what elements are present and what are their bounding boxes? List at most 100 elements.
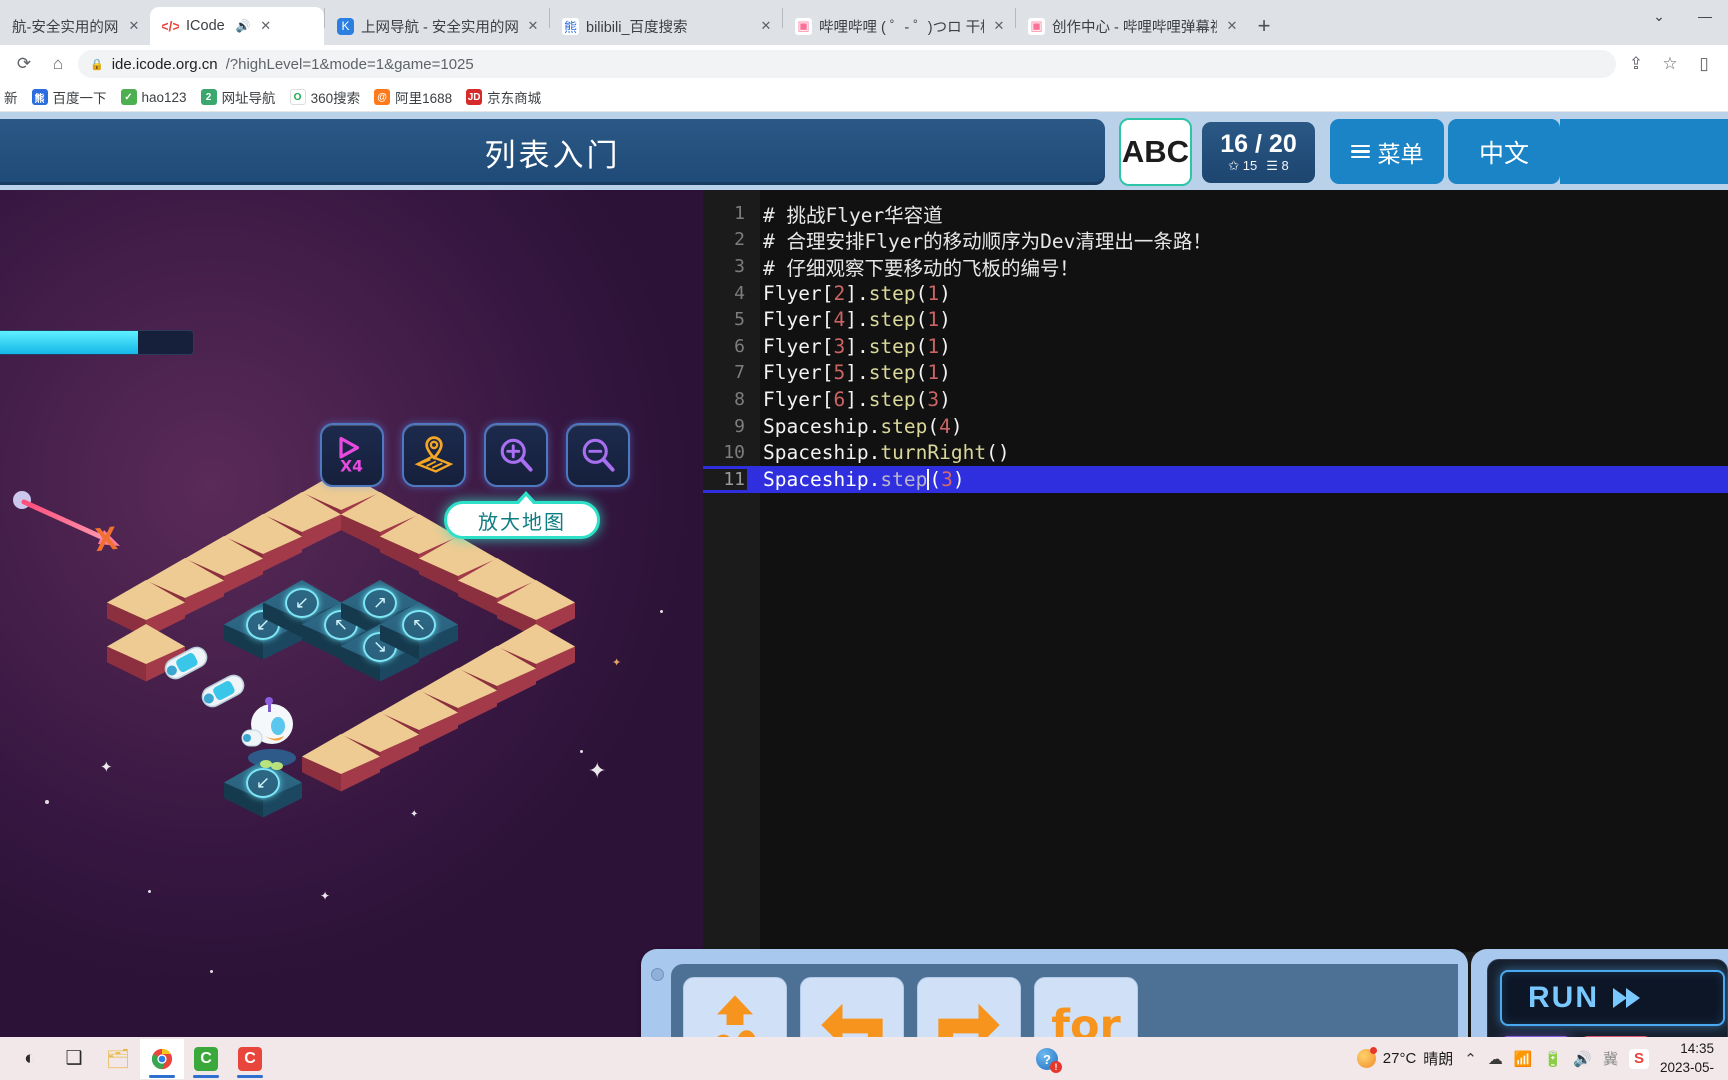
- home-icon[interactable]: ⌂: [44, 50, 72, 78]
- run-button[interactable]: RUN: [1500, 970, 1725, 1026]
- browser-tab-1[interactable]: </> ICode 🔊 ✕: [150, 7, 324, 45]
- score-details: ✩ 15 ☰ 8: [1228, 158, 1289, 174]
- path-tile[interactable]: [302, 734, 380, 792]
- minimize-button[interactable]: —: [1682, 0, 1728, 32]
- tab-close-icon[interactable]: ✕: [126, 18, 142, 34]
- address-host: ide.icode.org.cn: [111, 55, 218, 73]
- tab-close-icon[interactable]: ✕: [991, 18, 1007, 34]
- bookmark-item-360[interactable]: O 360搜索: [289, 87, 361, 107]
- browser-tab-4[interactable]: ▣ 哔哩哔哩 ( ゜- ゜)つロ 干杯 ✕: [783, 7, 1015, 45]
- code-line[interactable]: 5 Flyer[4].step(1): [703, 306, 1728, 333]
- robot-dev-icon[interactable]: [232, 690, 312, 770]
- new-tab-button[interactable]: +: [1248, 10, 1280, 42]
- sogou-input-icon[interactable]: S: [1628, 1048, 1649, 1069]
- bookmark-label: 阿里1688: [395, 91, 453, 106]
- code-line[interactable]: 8 Flyer[6].step(3): [703, 386, 1728, 413]
- game-canvas[interactable]: ✦ ✦ ✦ ✦ ✦ X ↙ ↙ ↖ ↗ ↘ ↖ ↙ X4 放大地图: [0, 190, 703, 1037]
- bookmark-label: 360搜索: [310, 91, 361, 106]
- bookmark-item-nav[interactable]: 2 网址导航: [200, 87, 276, 107]
- map-button[interactable]: [402, 423, 466, 487]
- code-line[interactable]: 1 # 挑战Flyer华容道: [703, 200, 1728, 227]
- code-line[interactable]: 10 Spaceship.turnRight(): [703, 439, 1728, 466]
- code-line[interactable]: 7 Flyer[5].step(1): [703, 360, 1728, 387]
- flyer-pad[interactable]: ↖: [380, 602, 458, 660]
- bookmark-item[interactable]: 新: [4, 87, 18, 107]
- star-icon[interactable]: ☆: [1656, 50, 1684, 78]
- path-tile[interactable]: [107, 580, 185, 638]
- help-notification-badge[interactable]: ?: [1036, 1048, 1062, 1073]
- clock-widget[interactable]: 14:35 2023-05-: [1660, 1040, 1714, 1076]
- system-tray: 27°C 晴朗 ⌃ ☁ 📶 🔋 🔊 冀 S 14:35 2023-05-: [1356, 1040, 1720, 1076]
- code-editor[interactable]: 1 # 挑战Flyer华容道 2 # 合理安排Flyer的移动顺序为Dev清理出一条…: [703, 190, 1728, 952]
- path-tile[interactable]: [497, 580, 575, 638]
- bilibili-favicon-icon: ▣: [1028, 17, 1045, 35]
- code-line[interactable]: 9 Spaceship.step(4): [703, 413, 1728, 440]
- direction-arrow-icon: ↙: [246, 768, 280, 798]
- code-line-selected[interactable]: 11 Spaceship.step (3): [703, 465, 1728, 493]
- browser-tab-2[interactable]: K 上网导航 - 安全实用的网址 ✕: [325, 7, 549, 45]
- chrome-icon: [151, 1048, 173, 1069]
- line-content: Flyer[4].step(1): [763, 308, 951, 332]
- battery-icon[interactable]: 🔋: [1544, 1050, 1563, 1068]
- bookmark-item-jd[interactable]: JD 京东商城: [466, 87, 541, 107]
- chevron-up-icon[interactable]: ⌃: [1464, 1050, 1477, 1068]
- volume-icon[interactable]: 🔊: [1573, 1050, 1592, 1068]
- tab-title: 上网导航 - 安全实用的网址: [361, 19, 518, 36]
- code-line[interactable]: 4 Flyer[2].step(1): [703, 280, 1728, 307]
- reload-icon[interactable]: ⟳: [10, 50, 38, 78]
- browser-tab-5[interactable]: ▣ 创作中心 - 哔哩哔哩弹幕视 ✕: [1016, 7, 1248, 45]
- wifi-icon[interactable]: 📶: [1514, 1050, 1533, 1068]
- line-content: # 仔细观察下要移动的飞板的编号！: [763, 256, 1079, 280]
- bookmark-item-alibaba[interactable]: @ 阿里1688: [374, 87, 452, 107]
- line-content: Flyer[6].step(3): [763, 387, 951, 411]
- tab-title: 创作中心 - 哔哩哔哩弹幕视: [1052, 19, 1217, 36]
- window-controls: ⌄ —: [1636, 0, 1728, 45]
- line-content: Spaceship.step(4): [763, 414, 963, 438]
- code-line[interactable]: 3 # 仔细观察下要移动的飞板的编号！: [703, 253, 1728, 280]
- icode-red-button[interactable]: C: [228, 1039, 272, 1079]
- icode-green-button[interactable]: C: [184, 1039, 228, 1079]
- file-explorer-button[interactable]: 🗂: [96, 1039, 140, 1079]
- zoom-in-button[interactable]: [484, 423, 548, 487]
- bookmark-item-baidu[interactable]: 熊 百度一下: [31, 87, 107, 107]
- task-view-button[interactable]: ❑: [52, 1039, 96, 1079]
- abc-mode-button[interactable]: ABC: [1119, 118, 1192, 186]
- tab-close-icon[interactable]: ✕: [258, 18, 274, 34]
- browser-tab-3[interactable]: 熊 bilibili_百度搜索 ✕: [550, 7, 782, 45]
- chrome-button[interactable]: [140, 1038, 184, 1079]
- browser-tab-bar: 航-安全实用的网址导 ✕ </> ICode 🔊 ✕ K 上网导航 - 安全实用…: [0, 0, 1728, 45]
- start-button[interactable]: ◐: [8, 1039, 52, 1079]
- weather-temp: 27°C: [1382, 1050, 1417, 1067]
- menu-button[interactable]: 菜单: [1330, 119, 1444, 184]
- line-content: Spaceship.step (3): [763, 467, 965, 491]
- zoom-out-button[interactable]: [566, 423, 630, 487]
- sidepanel-icon[interactable]: ▯: [1690, 50, 1718, 78]
- address-path: /?highLevel=1&mode=1&game=1025: [225, 55, 474, 73]
- share-icon[interactable]: ⇪: [1622, 50, 1650, 78]
- map-pin-icon: [414, 436, 454, 473]
- isometric-map: ↙ ↙ ↖ ↗ ↘ ↖ ↙: [0, 190, 703, 1037]
- browser-tab-0[interactable]: 航-安全实用的网址导 ✕: [0, 7, 150, 45]
- tab-search-chevron-icon[interactable]: ⌄: [1636, 0, 1682, 32]
- tab-close-icon[interactable]: ✕: [525, 18, 541, 34]
- code-line[interactable]: 2 # 合理安排Flyer的移动顺序为Dev清理出一条路！: [703, 227, 1728, 253]
- cloud-icon[interactable]: ☁: [1488, 1050, 1503, 1068]
- tab-mute-icon[interactable]: 🔊: [236, 19, 251, 33]
- tab-title: ICode: [186, 18, 225, 34]
- language-button[interactable]: 中文: [1448, 119, 1560, 184]
- tab-close-icon[interactable]: ✕: [758, 18, 774, 34]
- speed-x4-button[interactable]: X4: [320, 423, 384, 487]
- hamburger-icon: [1350, 144, 1370, 159]
- address-bar-input[interactable]: 🔒 ide.icode.org.cn /?highLevel=1&mode=1&g…: [78, 50, 1616, 78]
- ime-indicator[interactable]: 冀: [1603, 1048, 1618, 1069]
- speed-x4-icon: X4: [339, 436, 363, 476]
- code-lines: 1 # 挑战Flyer华容道 2 # 合理安排Flyer的移动顺序为Dev清理出一条…: [703, 200, 1728, 493]
- line-number: 2: [734, 229, 745, 251]
- weather-widget[interactable]: 27°C 晴朗: [1356, 1047, 1453, 1069]
- tab-close-icon[interactable]: ✕: [1224, 18, 1240, 34]
- blue-shield-favicon-icon: K: [337, 17, 354, 35]
- icode-favicon-icon: </>: [162, 17, 179, 35]
- line-content: Flyer[3].step(1): [763, 334, 951, 358]
- code-line[interactable]: 6 Flyer[3].step(1): [703, 333, 1728, 360]
- bookmark-item-hao123[interactable]: ✓ hao123: [120, 89, 187, 105]
